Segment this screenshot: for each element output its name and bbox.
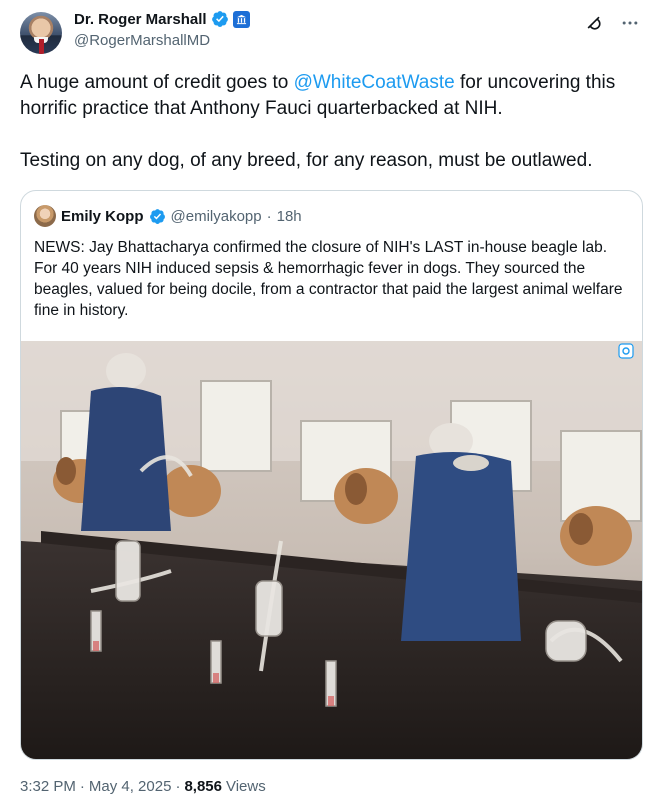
views-count[interactable]: 8,856 [184,778,222,795]
tweet-paragraph-1: A huge amount of credit goes to @WhiteCo… [20,70,640,122]
quoted-tweet-time[interactable]: 18h [277,208,302,225]
tweet-date[interactable]: May 4, 2025 [89,778,172,795]
tweet-footer: 3:32 PM · May 4, 2025 · 8,856 Views [20,778,266,795]
separator-dot: · [175,778,181,795]
author-name-row: Dr. Roger Marshall [74,10,250,28]
tweet-card: Dr. Roger Marshall @RogerMarshallMD A hu… [0,0,661,809]
author-avatar[interactable] [20,12,62,54]
government-badge-icon [232,10,250,28]
tweet-text: A huge amount of credit goes to @WhiteCo… [20,70,640,174]
separator-dot: · [79,778,85,795]
author-name[interactable]: Dr. Roger Marshall [74,11,207,28]
quoted-tweet[interactable]: Emily Kopp @emilyakopp · 18h NEWS: Jay B… [20,190,643,760]
tweet-text-before: A huge amount of credit goes to [20,72,294,93]
views-label: Views [225,778,266,795]
verified-badge-icon [211,11,228,27]
grok-icon[interactable] [583,12,605,34]
author-handle[interactable]: @RogerMarshallMD [74,32,210,49]
quoted-author-name[interactable]: Emily Kopp [61,208,144,225]
quoted-tweet-text: NEWS: Jay Bhattacharya confirmed the clo… [34,239,623,319]
quoted-author-avatar[interactable] [34,205,56,227]
quoted-tweet-header: Emily Kopp @emilyakopp · 18h [34,205,302,227]
verified-badge-icon [149,208,165,224]
tweet-time[interactable]: 3:32 PM [20,778,76,795]
quoted-author-handle[interactable]: @emilyakopp [171,208,262,225]
header-actions [583,12,641,34]
expand-icon[interactable] [618,343,634,359]
quoted-tweet-photo[interactable] [21,341,642,759]
mention-link[interactable]: @WhiteCoatWaste [294,72,455,93]
tweet-header: Dr. Roger Marshall @RogerMarshallMD [20,8,641,56]
separator-dot: · [266,207,272,225]
tweet-paragraph-2: Testing on any dog, of any breed, for an… [20,150,593,171]
more-icon[interactable] [619,12,641,34]
